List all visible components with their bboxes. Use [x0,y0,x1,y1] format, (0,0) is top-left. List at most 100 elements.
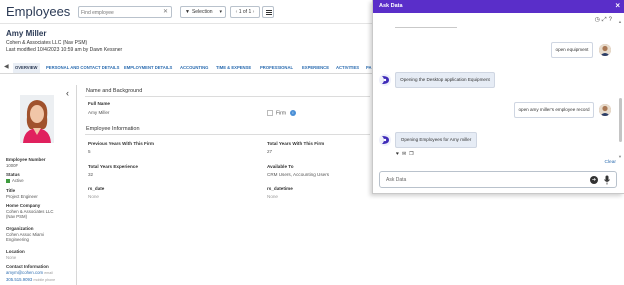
ask-data-panel: Ask Data × ◷⤢? ▲ ▼ open equipment Openin… [372,0,624,194]
tab-experience[interactable]: EXPERIENCE [302,63,329,73]
message-actions: ♥✉❐ [396,151,417,157]
scrollbar-thumb[interactable] [619,98,622,142]
email-row: amym@cohen.com email [6,270,74,276]
scroll-up-icon[interactable]: ▲ [618,19,622,24]
ask-data-title: Ask Data [379,3,403,9]
title-value: Project Engineer [6,194,38,199]
ask-data-header: Ask Data × [373,0,624,13]
tabs-scroll-left-icon[interactable]: ◀ [4,63,9,70]
expand-icon[interactable]: ⤢ [602,17,609,23]
tab-professional[interactable]: PROFESSIONAL [260,63,293,73]
firm-field: Firm i [267,110,296,116]
record-pager: ‹ 1 of 1 › [230,6,260,18]
help-icon[interactable]: ? [609,17,614,23]
tab-overview[interactable]: OVERVIEW [13,63,40,73]
user-message: open equipment [551,42,593,58]
rs-datetime-value: None [267,194,278,199]
close-icon[interactable]: × [615,1,620,10]
tab-pa[interactable]: PA [366,63,372,73]
bot-message: Opening Employees for Amy miller [395,132,477,148]
selection-label: Selection [191,9,213,15]
total-years-firm-value: 27 [267,149,273,154]
user-avatar [599,44,611,56]
tab-activities[interactable]: ACTIVITIES [336,63,359,73]
ask-data-input[interactable] [386,175,586,185]
info-icon[interactable]: i [290,110,296,116]
scroll-down-icon[interactable]: ▼ [618,154,622,159]
chevron-down-icon: ▾ [219,9,222,15]
tab-time-expense[interactable]: TIME & EXPENSE [216,63,251,73]
chat-scrollbar[interactable]: ▲ ▼ [618,19,622,159]
status-text: Active [12,178,24,183]
tab-accounting[interactable]: ACCOUNTING [180,63,208,73]
last-modified: Last modified 10/4/2023 10:59 am by Dawn… [6,47,123,53]
employee-search[interactable]: ✕ [78,6,172,18]
firm-checkbox[interactable] [267,110,273,116]
location-label: Location [6,249,25,254]
section-divider [85,134,370,135]
full-name-value: Amy Miller [88,110,110,115]
chat-divider [395,27,457,28]
phone-link[interactable]: 305.515.9093 [6,277,32,282]
employee-search-input[interactable] [81,8,161,17]
contact-info-label: Contact Information [6,264,49,269]
send-icon[interactable]: ➜ [590,176,598,184]
ask-data-bot-icon [379,74,391,86]
name-background-heading: Name and Background [86,88,143,94]
title-label: Title [6,188,16,193]
section-divider [85,96,370,97]
list-icon-line [266,14,272,15]
home-company-label: Home Company [6,203,41,208]
record-tabs: ◀ OVERVIEW PERSONAL AND CONTACT DETAILS … [0,61,372,74]
next-record-icon[interactable]: › [253,9,255,15]
total-years-exp-label: Total Years Experience [88,164,138,169]
available-to-value: CRM Users, Accounting Users [267,172,330,177]
phone-type: mobile phone [33,278,56,282]
employee-info-heading: Employee Information [86,126,140,132]
microphone-icon[interactable] [604,175,610,185]
prev-years-label: Previous Years With This Firm [88,141,154,146]
user-avatar [599,104,611,116]
pager-text: 1 of 1 [238,9,252,15]
employee-photo [20,95,54,143]
prev-record-icon[interactable]: ‹ [236,9,238,15]
selection-dropdown[interactable]: ▼ Selection ▾ [180,6,226,18]
tab-employment-details[interactable]: EMPLOYMENT DETAILS [124,63,172,73]
employee-number-label: Employee Number [6,157,46,162]
ask-data-input-box[interactable]: ➜ [379,171,617,188]
phone-row: 305.515.9093 mobile phone [6,277,74,283]
organization-value: Cohen Assoc Miami Engineering [6,232,44,243]
location-value: None [6,255,17,260]
user-message: open amy miller's employee record [514,102,594,118]
record-company: Cohen & Associates LLC (Nav PSM) [6,40,88,46]
app-title: Employees [6,4,71,19]
home-company-value: Cohen & Associates LLC (Nav PSM) [6,209,54,220]
employee-summary-panel: ‹ Employee Number 1000F Status Active Ti… [0,85,77,285]
employee-overview: Name and Background Full Name Amy Miller… [79,85,371,285]
rs-date-label: rs_date [88,186,105,191]
rs-date-value: None [88,194,99,199]
list-view-button[interactable] [262,6,274,18]
rs-datetime-label: rs_datetime [267,186,293,191]
ask-data-toolbar: ◷⤢? [595,16,614,24]
ask-data-bot-icon [379,134,391,146]
status-value: Active [6,178,74,183]
organization-label: Organization [6,226,34,231]
history-icon[interactable]: ◷ [595,17,602,23]
list-icon-line [266,10,272,11]
total-years-firm-label: Total Years With This Firm [267,141,325,146]
firm-label: Firm [276,110,286,117]
email-type: email [44,271,53,275]
tab-personal-contact[interactable]: PERSONAL AND CONTACT DETAILS [46,63,119,73]
list-icon-line [266,12,272,13]
clear-search-icon[interactable]: ✕ [163,8,168,15]
available-to-label: Available To [267,164,294,169]
email-link[interactable]: amym@cohen.com [6,270,43,275]
clear-chat-link[interactable]: Clear [605,160,616,165]
prev-years-value: 5 [88,149,91,154]
bot-message: Opening the Desktop application Equipmen… [395,72,495,88]
employee-number: 1000F [6,163,19,168]
collapse-panel-icon[interactable]: ‹ [66,88,69,98]
copy-icon[interactable]: ❐ [409,151,416,157]
full-name-label: Full Name [88,101,110,106]
